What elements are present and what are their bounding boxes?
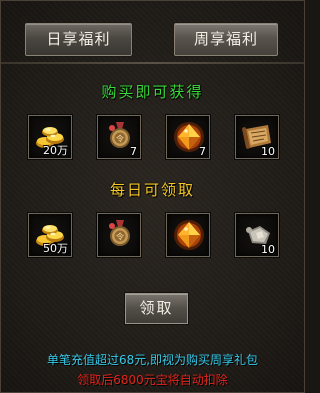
- reward-slot-scroll[interactable]: 10: [235, 115, 279, 159]
- deduction-warning-note: 领取后6800元宝将自动扣除: [77, 373, 228, 387]
- medal-token-icon: 令: [109, 220, 130, 246]
- weekly-welfare-panel: 日享福利 周享福利 购买即可获得 20万 令 7 7 10 每日可领取 50万 …: [0, 0, 305, 393]
- reward-quantity: 7: [199, 145, 206, 158]
- purchase-condition-note: 单笔充值超过68元,即视为购买周享礼包: [46, 353, 259, 367]
- reward-slot-bone[interactable]: 10: [235, 213, 279, 257]
- reward-slot-fire-gem[interactable]: [166, 213, 210, 257]
- svg-text:令: 令: [116, 134, 124, 144]
- tab-weekly-welfare[interactable]: 周享福利: [174, 23, 278, 56]
- buy-section-title: 购买即可获得: [101, 83, 204, 101]
- svg-text:令: 令: [116, 232, 124, 242]
- reward-quantity: 7: [130, 145, 137, 158]
- fire-gem-icon: [174, 220, 204, 250]
- tab-daily-welfare[interactable]: 日享福利: [25, 23, 132, 56]
- daily-reward-row: 50万 令 10: [1, 213, 304, 259]
- reward-slot-fire-gem[interactable]: 7: [166, 115, 210, 159]
- reward-quantity: 50万: [43, 242, 68, 255]
- divider: [1, 62, 304, 64]
- reward-slot-gold[interactable]: 50万: [28, 213, 72, 257]
- reward-quantity: 10: [261, 243, 275, 256]
- buy-reward-row: 20万 令 7 7 10: [1, 115, 304, 161]
- reward-slot-gold[interactable]: 20万: [28, 115, 72, 159]
- tab-bar: 日享福利 周享福利: [1, 8, 306, 58]
- reward-slot-medal[interactable]: 令: [97, 213, 141, 257]
- reward-quantity: 10: [261, 145, 275, 158]
- reward-slot-medal[interactable]: 令 7: [97, 115, 141, 159]
- reward-quantity: 20万: [43, 144, 68, 157]
- daily-section-title: 每日可领取: [109, 181, 195, 199]
- claim-button[interactable]: 领取: [125, 293, 188, 324]
